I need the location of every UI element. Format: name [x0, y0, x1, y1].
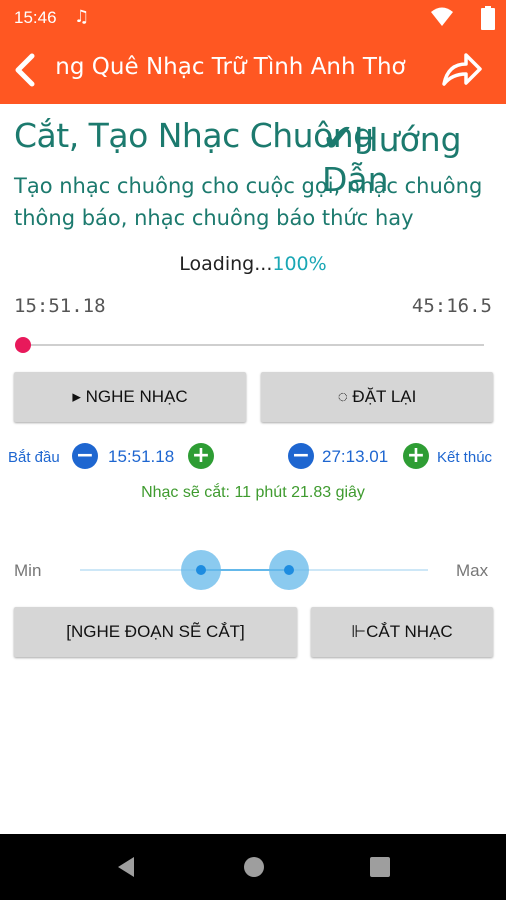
- total-time: 45:16.5: [411, 295, 492, 317]
- description: Tạo nhạc chuông cho cuộc gọi, nhạc chuôn…: [14, 174, 483, 230]
- share-icon[interactable]: [440, 50, 484, 90]
- nav-home-icon[interactable]: [243, 856, 265, 878]
- start-label: Bắt đầu: [8, 449, 60, 466]
- end-time-value: 27:13.01: [322, 447, 389, 466]
- seek-bar[interactable]: [22, 344, 484, 346]
- start-increase-button[interactable]: +: [188, 443, 214, 469]
- status-time: 15:46: [14, 8, 57, 27]
- wifi-icon: [431, 7, 453, 26]
- end-label: Kết thúc: [437, 449, 493, 466]
- range-high-thumb[interactable]: [269, 550, 309, 590]
- loading-percent: 100%: [272, 253, 327, 275]
- navigation-bar: [0, 834, 506, 900]
- music-note-icon: ♫: [74, 7, 90, 27]
- back-arrow-icon[interactable]: [6, 48, 46, 92]
- nav-back-icon[interactable]: [116, 856, 136, 878]
- section-heading: Cắt, Tạo Nhạc Chuông: [14, 116, 374, 155]
- cut-duration: Nhạc sẽ cắt: 11 phút 21.83 giây: [141, 484, 365, 501]
- play-button[interactable]: ▸ NGHE NHẠC: [14, 372, 246, 422]
- range-low-thumb[interactable]: [181, 550, 221, 590]
- status-bar: 15:46 ♫: [0, 0, 506, 36]
- battery-icon: [481, 6, 495, 30]
- start-decrease-button[interactable]: −: [72, 443, 98, 469]
- checkmark-icon: ✔: [322, 116, 354, 160]
- range-max-label: Max: [456, 561, 489, 580]
- preview-cut-button[interactable]: [NGHE ĐOẠN SẼ CẮT]: [14, 607, 297, 657]
- cut-button[interactable]: ⊩CẮT NHẠC: [311, 607, 493, 657]
- end-decrease-button[interactable]: −: [288, 443, 314, 469]
- app-bar: ng Quê Nhạc Trữ Tình Anh Thơ: [0, 36, 506, 104]
- loading-text: Loading...: [179, 253, 273, 275]
- range-min-label: Min: [14, 561, 42, 580]
- reset-button[interactable]: ◌ ĐẶT LẠI: [261, 372, 493, 422]
- end-increase-button[interactable]: +: [403, 443, 429, 469]
- seek-thumb[interactable]: [15, 337, 31, 353]
- loading-status: Loading...100%: [0, 253, 506, 275]
- start-time-value: 15:51.18: [108, 447, 175, 466]
- nav-recents-icon[interactable]: [370, 857, 390, 877]
- page-title: ng Quê Nhạc Trữ Tình Anh Thơ: [48, 54, 406, 80]
- current-time: 15:51.18: [14, 295, 106, 317]
